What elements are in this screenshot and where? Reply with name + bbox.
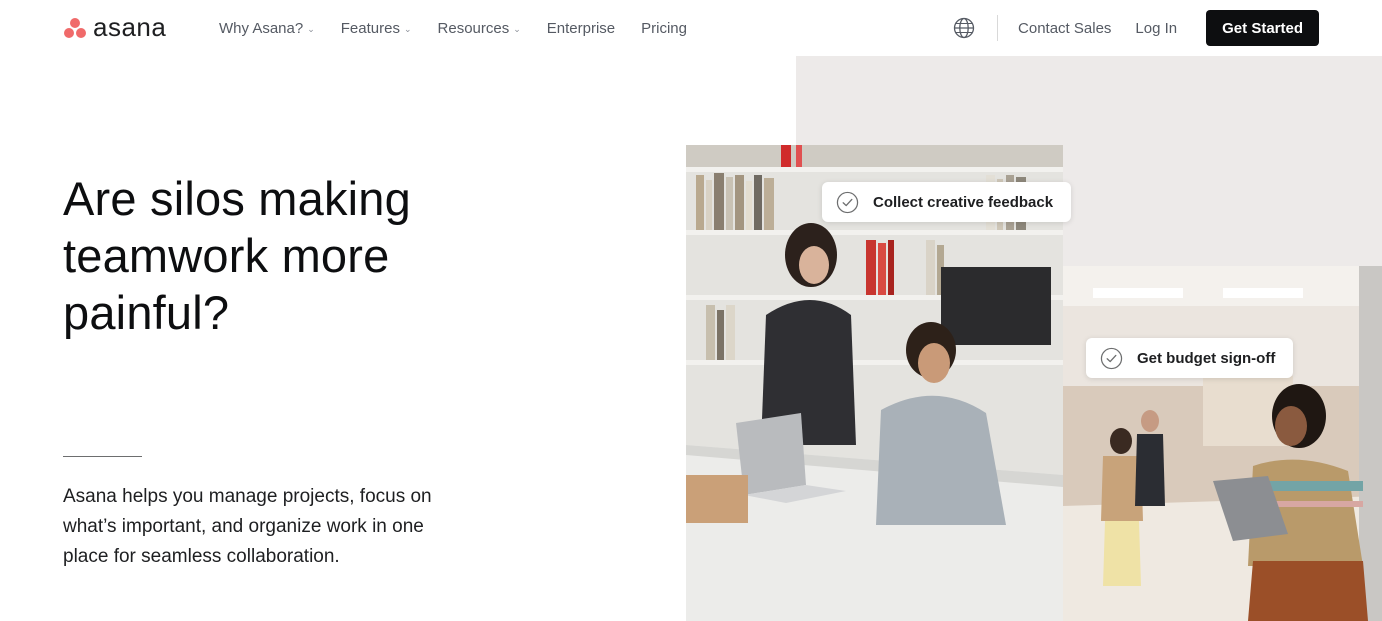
contact-sales-link[interactable]: Contact Sales bbox=[1018, 20, 1111, 37]
task-card-label: Get budget sign-off bbox=[1137, 349, 1276, 367]
check-circle-icon bbox=[1100, 347, 1123, 369]
site-header: asana Why Asana? ⌄ Features ⌄ Resources … bbox=[0, 0, 1382, 56]
nav-item-pricing[interactable]: Pricing bbox=[641, 18, 687, 38]
nav-item-label: Resources bbox=[437, 19, 510, 37]
hero-divider bbox=[63, 456, 142, 457]
nav-item-label: Features bbox=[340, 19, 400, 37]
nav-item-label: Pricing bbox=[641, 19, 687, 37]
header-divider bbox=[997, 15, 999, 41]
log-in-link[interactable]: Log In bbox=[1135, 20, 1177, 37]
get-started-button[interactable]: Get Started bbox=[1206, 10, 1319, 46]
logo-wordmark: asana bbox=[93, 12, 167, 42]
task-card-budget-sign-off: Get budget sign-off bbox=[1086, 338, 1294, 378]
asana-logo[interactable]: asana bbox=[63, 14, 166, 40]
task-card-creative-feedback: Collect creative feedback bbox=[822, 182, 1072, 222]
office-photo-studio bbox=[1063, 266, 1382, 621]
asana-logo-mark-icon bbox=[63, 15, 87, 39]
nav-item-label: Why Asana? bbox=[219, 19, 304, 37]
globe-icon[interactable] bbox=[953, 17, 975, 39]
nav-item-why-asana[interactable]: Why Asana? ⌄ bbox=[219, 18, 315, 38]
nav-item-enterprise[interactable]: Enterprise bbox=[547, 18, 615, 38]
main-nav: Why Asana? ⌄ Features ⌄ Resources ⌄ Ente… bbox=[219, 18, 713, 38]
hero-title: Are silos making teamwork more painful? bbox=[63, 172, 411, 339]
chevron-down-icon: ⌄ bbox=[403, 23, 412, 34]
task-card-label: Collect creative feedback bbox=[873, 193, 1054, 211]
nav-item-features[interactable]: Features ⌄ bbox=[341, 18, 412, 38]
chevron-down-icon: ⌄ bbox=[307, 23, 315, 34]
chevron-down-icon: ⌄ bbox=[513, 23, 521, 34]
nav-item-label: Enterprise bbox=[546, 19, 616, 37]
check-circle-icon bbox=[836, 191, 859, 213]
header-actions: Contact Sales Log In Get Started bbox=[953, 10, 1319, 46]
hero-description: Asana helps you manage projects, focus o… bbox=[63, 486, 432, 567]
nav-item-resources[interactable]: Resources ⌄ bbox=[438, 18, 521, 38]
